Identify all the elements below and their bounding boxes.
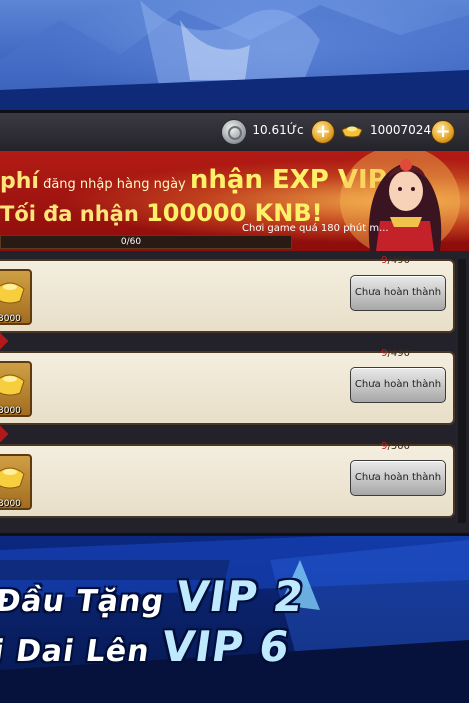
vip-task-panel: 10.61Ức + 100070246 + phí đăng nhập hàng…: [0, 110, 469, 536]
task-progress: 9/490: [381, 348, 410, 359]
gold-ingot-reward-icon: 3000: [0, 361, 32, 417]
heroine-portrait: [340, 151, 460, 251]
banner-note: Chơi game quá 180 phút m...: [242, 223, 389, 234]
task-row: 3000 9/490 Chưa hoàn thành: [0, 332, 455, 425]
row-marker-icon: [0, 332, 9, 350]
task-row: 3000 9/500 Chưa hoàn thành: [0, 425, 455, 518]
gold-balance: 100070246: [370, 123, 439, 137]
gold-ingot-reward-icon: 3000: [0, 454, 32, 510]
hero-artwork-top: [0, 0, 469, 120]
task-status-button[interactable]: Chưa hoàn thành: [350, 460, 446, 496]
promo-banner: phí đăng nhập hàng ngày nhận EXP VIP Tối…: [0, 151, 469, 251]
reward-quantity: 3000: [0, 499, 21, 509]
row-marker-icon: [0, 425, 9, 443]
login-progress-label: 0/60: [120, 237, 142, 247]
task-status-button[interactable]: Chưa hoàn thành: [350, 275, 446, 311]
reward-quantity: 3000: [0, 314, 21, 324]
gold-ingot-reward-icon: 3000: [0, 269, 32, 325]
currency-bar: 10.61Ức + 100070246 +: [0, 113, 469, 151]
list-scrollbar[interactable]: [458, 259, 466, 523]
slogan-line-1: Đầu Tặng VIP 2: [0, 572, 308, 621]
login-progress-bar: 0/60: [0, 235, 292, 249]
gold-ingot-icon: [341, 126, 363, 138]
task-progress: 9/500: [381, 441, 410, 452]
task-status-button[interactable]: Chưa hoàn thành: [350, 367, 446, 403]
add-gold-button[interactable]: +: [431, 120, 455, 144]
add-silver-button[interactable]: +: [311, 120, 335, 144]
banner-headline: phí đăng nhập hàng ngày nhận EXP VIP: [0, 165, 387, 195]
silver-balance: 10.61Ức: [252, 123, 304, 137]
silver-coin-icon: [221, 119, 247, 145]
reward-quantity: 3000: [0, 406, 21, 416]
slogan-line-2: i Dai Lên VIP 6: [0, 622, 294, 671]
task-row: 3000 9/490 Chưa hoàn thành: [0, 255, 455, 333]
task-progress: 9/490: [381, 255, 410, 266]
